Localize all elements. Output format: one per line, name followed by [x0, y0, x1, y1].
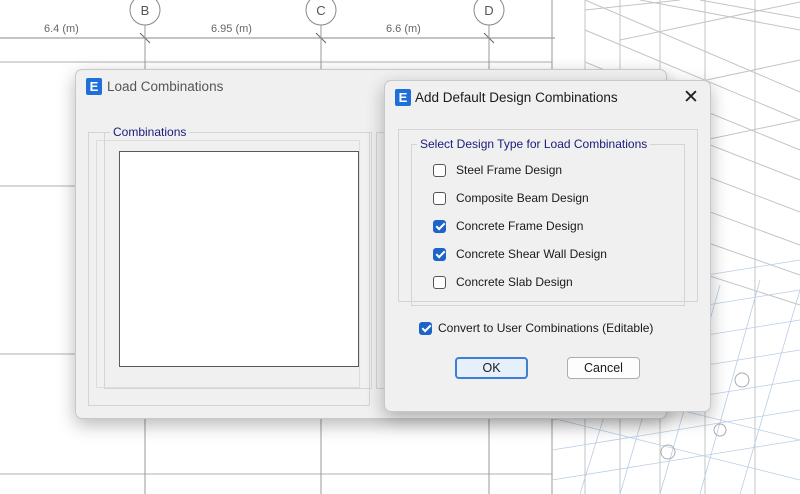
design-type-checkbox[interactable]: Steel Frame Design [433, 161, 562, 179]
dialog-title: Add Default Design Combinations [415, 90, 618, 105]
design-type-label: Concrete Slab Design [456, 275, 573, 289]
design-type-label: Concrete Shear Wall Design [456, 247, 607, 261]
design-type-label: Steel Frame Design [456, 163, 563, 177]
combinations-group-label: Combinations [110, 125, 190, 139]
etabs-app-icon: E [86, 78, 102, 95]
design-type-checkbox[interactable]: Concrete Frame Design [433, 217, 583, 235]
dimension-label-2: 6.95 (m) [211, 23, 252, 35]
dialog-titlebar[interactable]: E Add Default Design Combinations ✕ [385, 81, 710, 115]
checkbox-box[interactable] [433, 275, 446, 289]
dimension-label-1: 6.4 (m) [44, 23, 79, 35]
close-icon[interactable]: ✕ [677, 84, 705, 112]
grid-bubble-b: B [141, 3, 150, 18]
convert-label: Convert to User Combinations (Editable) [438, 321, 654, 335]
grid-bubble-d: D [484, 3, 493, 18]
etabs-app-icon: E [395, 89, 411, 106]
checkbox-box[interactable] [433, 219, 446, 233]
checkbox-box[interactable] [433, 247, 446, 261]
design-type-checkbox[interactable]: Composite Beam Design [433, 189, 589, 207]
cancel-button[interactable]: Cancel [567, 357, 640, 379]
ok-button[interactable]: OK [455, 357, 528, 379]
dimension-label-3: 6.6 (m) [386, 23, 421, 35]
add-default-design-combinations-dialog: E Add Default Design Combinations ✕ Sele… [384, 80, 711, 412]
grid-bubble-c: C [316, 3, 325, 18]
checkbox-box[interactable] [419, 321, 432, 335]
design-type-label: Concrete Frame Design [456, 219, 584, 233]
design-type-checkbox[interactable]: Concrete Shear Wall Design [433, 245, 607, 263]
convert-to-user-combinations-checkbox[interactable]: Convert to User Combinations (Editable) [419, 319, 653, 337]
design-type-checkbox[interactable]: Concrete Slab Design [433, 273, 573, 291]
combinations-list[interactable] [119, 151, 359, 367]
checkbox-box[interactable] [433, 191, 446, 205]
design-type-group-label: Select Design Type for Load Combinations [417, 137, 651, 151]
load-combinations-title: Load Combinations [107, 79, 224, 94]
checkbox-box[interactable] [433, 163, 446, 177]
design-type-label: Composite Beam Design [456, 191, 589, 205]
